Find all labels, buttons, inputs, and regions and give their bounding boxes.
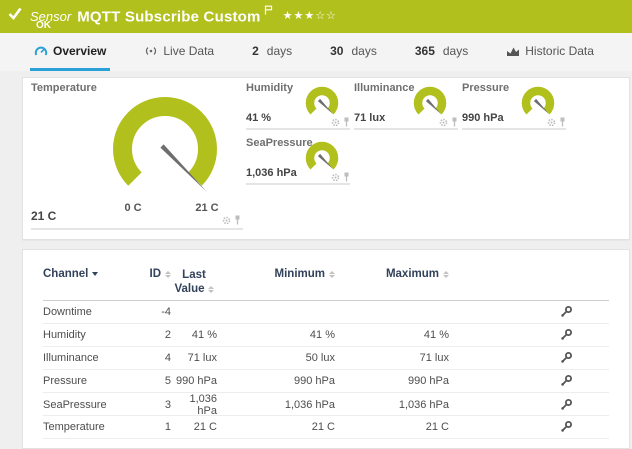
gauge-value: 41 % xyxy=(246,112,271,124)
table-header-row: Channel ID Last Value Minimum Maximum xyxy=(43,264,609,301)
pin-icon[interactable] xyxy=(343,172,350,182)
gauge-scale-max: 21 C xyxy=(187,202,227,214)
ok-check-icon xyxy=(8,7,22,20)
gauge-tile-pressure: Pressure 990 hPa xyxy=(462,82,566,130)
channel-table: Channel ID Last Value Minimum Maximum Do… xyxy=(23,250,629,439)
sensor-tabbar: Overview Live Data 2days 30days 365days … xyxy=(0,33,632,71)
channel-gear-icon[interactable] xyxy=(222,216,231,225)
channel-name: Pressure xyxy=(43,375,143,387)
column-header-minimum[interactable]: Minimum xyxy=(275,268,335,280)
tab-overview[interactable]: Overview xyxy=(30,33,110,71)
flag-icon[interactable] xyxy=(264,5,273,15)
table-row: Humidity 2 41 % 41 % 41 % xyxy=(43,324,609,347)
pin-icon[interactable] xyxy=(559,117,566,127)
channel-gear-icon[interactable] xyxy=(439,118,448,127)
table-row: Temperature 1 21 C 21 C 21 C xyxy=(43,416,609,439)
channel-name: Downtime xyxy=(43,306,143,318)
sort-icon xyxy=(443,271,449,278)
channel-name: SeaPressure xyxy=(43,399,143,411)
table-row: Downtime -4 xyxy=(43,301,609,324)
gauge-tile-seapressure: SeaPressure 1,036 hPa xyxy=(246,137,350,185)
channel-gear-icon[interactable] xyxy=(331,173,340,182)
column-header-channel[interactable]: Channel xyxy=(43,268,143,280)
channel-settings-wrench-icon[interactable] xyxy=(559,351,573,365)
channel-gear-icon[interactable] xyxy=(331,118,340,127)
broadcast-icon xyxy=(144,44,158,58)
channel-name: Temperature xyxy=(43,421,143,433)
column-header-maximum[interactable]: Maximum xyxy=(386,268,449,280)
temperature-gauge-dial xyxy=(100,88,230,204)
channel-gear-icon[interactable] xyxy=(547,118,556,127)
channel-name: Illuminance xyxy=(43,352,143,364)
tab-historic-data[interactable]: Historic Data xyxy=(502,33,598,71)
sort-icon xyxy=(329,271,335,278)
channel-name: Humidity xyxy=(43,329,143,341)
channel-settings-wrench-icon[interactable] xyxy=(559,305,573,319)
channel-settings-wrench-icon[interactable] xyxy=(559,328,573,342)
channel-settings-wrench-icon[interactable] xyxy=(559,398,573,412)
table-row: Pressure 5 990 hPa 990 hPa 990 hPa xyxy=(43,370,609,393)
channel-settings-wrench-icon[interactable] xyxy=(559,374,573,388)
table-row: SeaPressure 3 1,036 hPa 1,036 hPa 1,036 … xyxy=(43,393,609,416)
gauge-scale-min: 0 C xyxy=(117,202,149,214)
gauge-value: 1,036 hPa xyxy=(246,167,297,179)
sort-desc-icon xyxy=(92,272,98,276)
sort-icon xyxy=(165,271,171,278)
gauge-icon xyxy=(34,44,48,57)
gauges-panel: Temperature 0 C 21 C 21 C Humidity xyxy=(22,77,630,240)
mini-gauges-grid: Humidity 41 % Illuminance 71 lux xyxy=(246,82,582,192)
gauge-tile-humidity: Humidity 41 % xyxy=(246,82,350,130)
tab-2-days[interactable]: 2days xyxy=(248,33,296,71)
pin-icon[interactable] xyxy=(451,117,458,127)
column-header-last-value[interactable]: Last Value xyxy=(174,268,213,297)
gauge-value: 990 hPa xyxy=(462,112,504,124)
tab-365-days[interactable]: 365days xyxy=(411,33,472,71)
sensor-status-header: SensorMQTT Subscribe Custom ★★★☆☆ OK xyxy=(0,0,632,33)
gauge-value: 71 lux xyxy=(354,112,385,124)
gauge-tile-temperature: Temperature 0 C 21 C 21 C xyxy=(31,82,243,230)
pin-icon[interactable] xyxy=(234,215,241,225)
channel-table-panel: Channel ID Last Value Minimum Maximum Do… xyxy=(22,249,630,449)
tab-30-days[interactable]: 30days xyxy=(326,33,381,71)
gauge-value: 21 C xyxy=(31,209,56,223)
table-row: Illuminance 4 71 lux 50 lux 71 lux xyxy=(43,347,609,370)
channel-settings-wrench-icon[interactable] xyxy=(559,420,573,434)
column-header-id[interactable]: ID xyxy=(150,268,172,280)
tab-live-data[interactable]: Live Data xyxy=(140,33,218,71)
tab-log[interactable]: Log xyxy=(628,33,632,71)
chart-icon xyxy=(506,44,520,57)
sort-icon xyxy=(208,286,214,293)
priority-stars[interactable]: ★★★☆☆ xyxy=(283,10,337,22)
sensor-title: MQTT Subscribe Custom xyxy=(77,8,260,25)
gauge-tile-illuminance: Illuminance 71 lux xyxy=(354,82,458,130)
pin-icon[interactable] xyxy=(343,117,350,127)
status-badge: OK xyxy=(36,20,51,31)
